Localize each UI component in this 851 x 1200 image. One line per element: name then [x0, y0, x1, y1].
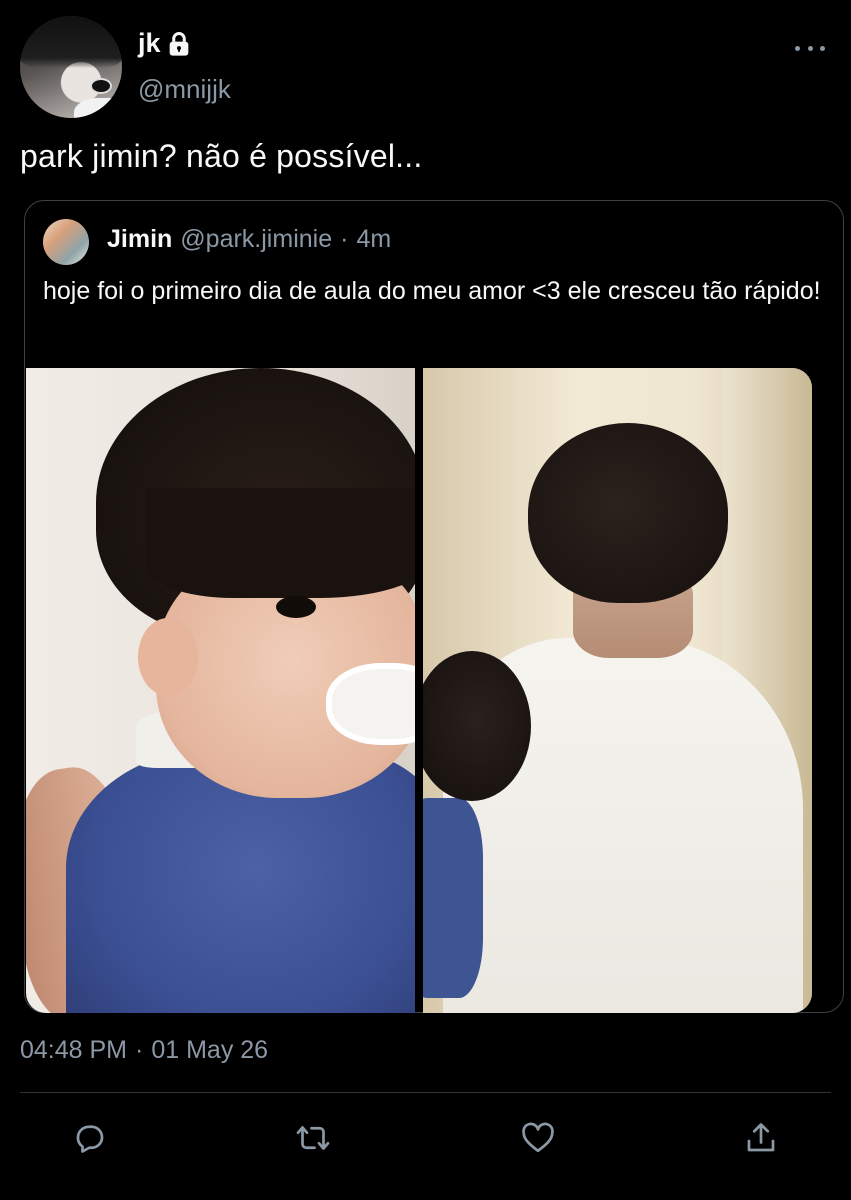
- tweet-text: park jimin? não é possível...: [20, 138, 423, 174]
- divider: [20, 1092, 831, 1093]
- media-photo-2[interactable]: [423, 368, 812, 1013]
- share-button[interactable]: [741, 1118, 781, 1158]
- quoted-tweet-header: Jimin @park.jiminie · 4m: [107, 225, 391, 254]
- author-name-text: jk: [138, 28, 161, 58]
- tweet-time: 04:48 PM: [20, 1036, 128, 1064]
- quoted-author-avatar: [43, 219, 89, 265]
- share-icon: [747, 1123, 775, 1152]
- like-button[interactable]: [518, 1118, 558, 1158]
- quoted-tweet-text: hoje foi o primeiro dia de aula do meu a…: [43, 277, 821, 305]
- quoted-author-handle: @park.jiminie: [180, 225, 333, 253]
- reply-button[interactable]: [70, 1118, 110, 1158]
- retweet-icon: [296, 1126, 330, 1150]
- reply-icon: [76, 1125, 104, 1153]
- tweet-timestamp[interactable]: 04:48 PM · 01 May 26: [20, 1036, 268, 1065]
- tweet-detail: jk @mnijjk park jimin? não é possível...…: [0, 0, 851, 1200]
- more-options-icon[interactable]: [795, 38, 825, 58]
- quoted-media-grid: [26, 368, 812, 1013]
- quoted-tweet[interactable]: Jimin @park.jiminie · 4m hoje foi o prim…: [24, 200, 844, 1013]
- author-avatar[interactable]: [20, 16, 122, 118]
- media-photo-1[interactable]: [26, 368, 415, 1013]
- quoted-time: 4m: [356, 225, 392, 253]
- author-display-name[interactable]: jk: [138, 28, 193, 59]
- action-bar: [0, 1118, 851, 1162]
- like-icon: [522, 1122, 554, 1153]
- tweet-date: 01 May 26: [151, 1036, 269, 1064]
- author-handle[interactable]: @mnijjk: [138, 74, 231, 105]
- quoted-separator: ·: [340, 225, 349, 253]
- retweet-button[interactable]: [293, 1118, 333, 1158]
- tweet-date-separator: ·: [135, 1036, 144, 1064]
- quoted-author-name: Jimin: [107, 225, 173, 253]
- lock-icon: [169, 31, 188, 56]
